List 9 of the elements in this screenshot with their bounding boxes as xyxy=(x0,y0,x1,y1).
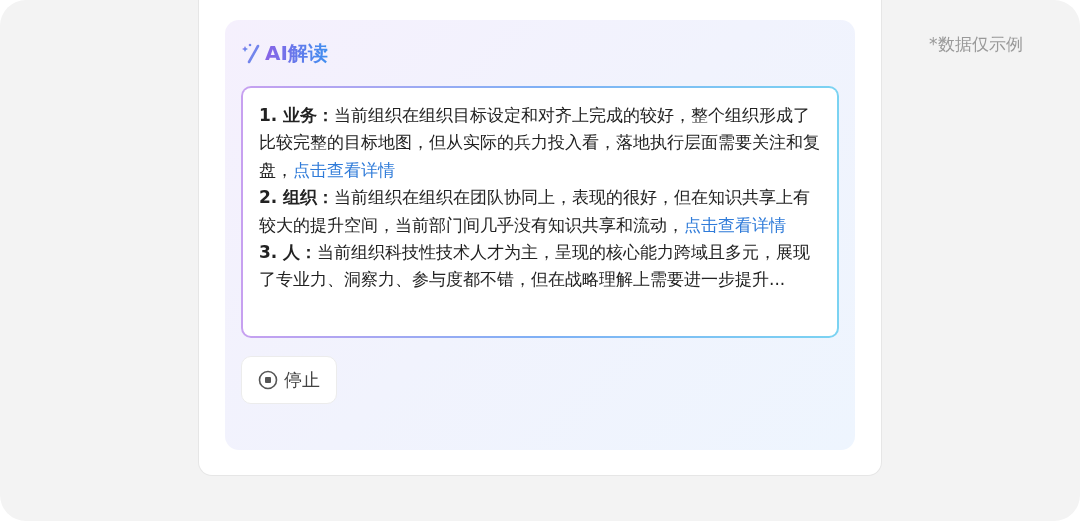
insight-paragraph: 3. 人：当前组织科技性技术人才为主，呈现的核心能力跨域且多元，展现了专业力、洞察力、参与度都不错，但在战略理解上需要进一步提升... xyxy=(259,241,812,292)
insight-paragraph: 2. 组织：当前组织在组织在团队协同上，表现的很好，但在知识共享上有较大的提升空间，当前部门间几乎没有知识共享和流动，点击查看详情 xyxy=(259,186,812,237)
stop-button[interactable]: 停止 xyxy=(241,356,337,404)
stop-icon xyxy=(258,370,278,390)
magic-wand-icon xyxy=(241,42,261,64)
insight-paragraph: 1. 业务：当前组织在组织目标设定和对齐上完成的较好，整个组织形成了比较完整的目标地图，但从实际的兵力投入看，落地执行层面需要关注和复盘，点击查看详情 xyxy=(259,104,821,182)
details-link[interactable]: 点击查看详情 xyxy=(293,159,395,180)
details-link[interactable]: 点击查看详情 xyxy=(684,214,786,235)
sample-data-note: *数据仅示例 xyxy=(929,33,1023,56)
